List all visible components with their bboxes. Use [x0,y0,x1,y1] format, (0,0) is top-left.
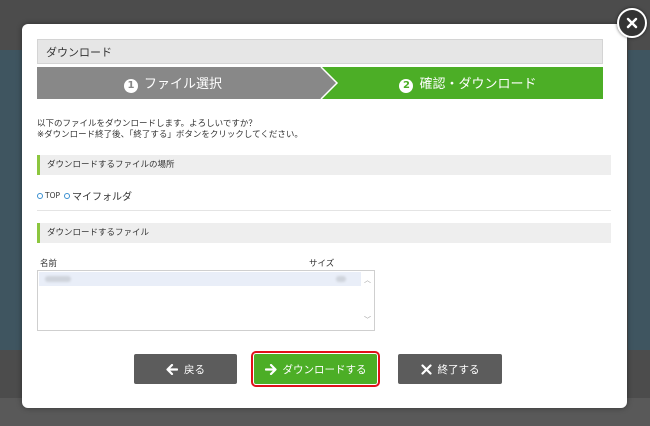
step-label-1: ファイル選択 [143,77,222,93]
arrow-right-icon [264,363,277,375]
bullet-icon [64,192,71,199]
message-line-1: 以下のファイルをダウンロードします。よろしいですか？ [37,119,257,129]
redacted-file-size [336,276,346,282]
step-indicator: 1 ファイル選択 2 確認・ダウンロード [37,67,603,99]
step-confirm-download: 2 確認・ダウンロード [321,67,603,99]
breadcrumb-top[interactable]: TOP [37,191,64,200]
backdrop-strip-left [0,50,22,350]
download-button-label: ダウンロードする [282,363,367,376]
column-header-name: 名前 [40,259,58,269]
download-dialog: ダウンロード 1 ファイル選択 2 確認・ダウンロード 以下のファイルをダウンロード… [22,24,627,408]
download-button[interactable]: ダウンロードする [251,351,380,387]
close-button[interactable] [617,8,647,38]
dialog-title: ダウンロード [37,39,603,64]
close-icon [626,17,638,29]
section-divider [37,210,611,211]
backdrop-strip-right [628,50,650,350]
breadcrumb: TOP マイフォルダ [37,188,132,203]
finish-button-label: 終了する [437,363,480,376]
step-number-2: 2 [399,78,414,93]
back-button-label: 戻る [184,363,205,376]
scroll-down-icon[interactable]: ﹀ [364,316,371,324]
column-header-size: サイズ [309,259,335,269]
file-row[interactable] [39,272,361,286]
scroll-up-icon[interactable]: ︿ [364,276,371,284]
back-button[interactable]: 戻る [134,354,237,384]
step-label-2: 確認・ダウンロード [419,77,537,93]
file-list[interactable]: ︿ ﹀ [37,270,375,331]
step-number-1: 1 [123,78,138,93]
file-section-header: ダウンロードするファイル [37,223,611,243]
location-section-header: ダウンロードするファイルの場所 [37,155,611,175]
x-icon [420,363,432,375]
redacted-file-name [45,276,71,282]
step-arrow-divider [320,67,339,99]
finish-button[interactable]: 終了する [398,354,502,384]
bullet-icon [37,192,43,199]
step-file-select: 1 ファイル選択 [37,67,337,99]
arrow-left-icon [166,363,178,375]
message-line-2: ※ダウンロード終了後、「終了する」ボタンをクリックしてください。 [37,130,303,140]
confirmation-message: 以下のファイルをダウンロードします。よろしいですか？ ※ダウンロード終了後、「終… [37,119,303,141]
breadcrumb-my-folder[interactable]: マイフォルダ [64,188,132,203]
